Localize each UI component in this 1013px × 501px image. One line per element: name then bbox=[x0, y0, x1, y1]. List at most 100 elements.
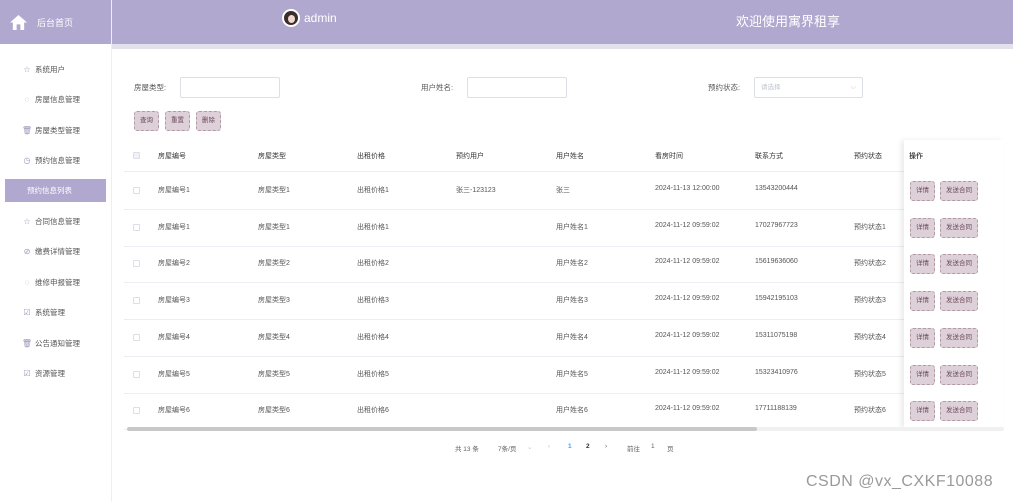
sidebar-item[interactable]: ⊘ 缴费详情管理 bbox=[0, 237, 111, 268]
column-header: 房屋编号 bbox=[158, 153, 186, 160]
circle-icon: ◌ bbox=[24, 277, 30, 287]
star-icon: ☆ bbox=[23, 216, 31, 226]
reset-button[interactable]: 重置 bbox=[165, 111, 190, 131]
sidebar-item[interactable]: 🗑 房屋类型管理 bbox=[0, 115, 111, 146]
column-header: 预约状态 bbox=[854, 153, 882, 160]
chevron-down-icon: ⌵ bbox=[850, 84, 856, 91]
checkbox-icon: ☑ bbox=[23, 308, 31, 318]
detail-button[interactable]: 详情 bbox=[910, 327, 935, 348]
sidebar-item[interactable]: ☆ 合同信息管理 bbox=[0, 206, 111, 237]
send-contract-button[interactable]: 发送合同 bbox=[940, 401, 978, 422]
column-header: 联系方式 bbox=[755, 153, 783, 160]
query-button[interactable]: 查询 bbox=[134, 111, 159, 131]
page-2[interactable]: 2 bbox=[586, 443, 590, 450]
top-bar: admin 欢迎使用寓界租享 bbox=[112, 0, 1013, 44]
table-cell: 出租价格4 bbox=[357, 333, 389, 341]
table-cell: 预约状态1 bbox=[854, 223, 886, 231]
row-checkbox[interactable] bbox=[133, 223, 140, 231]
detail-button[interactable]: 详情 bbox=[910, 254, 935, 275]
table-cell: 出租价格1 bbox=[357, 223, 389, 231]
sidebar-item[interactable]: ◌ 房屋信息管理 bbox=[0, 85, 111, 116]
table-cell: 15619636060 bbox=[755, 258, 798, 266]
table-cell: 房屋编号2 bbox=[158, 260, 190, 268]
table-row: 房屋编号6 房屋类型6 出租价格6 用户姓名6 2024-11-12 09:59:02 1… bbox=[124, 393, 1004, 431]
avatar[interactable] bbox=[282, 9, 300, 27]
column-header: 房屋类型 bbox=[258, 153, 286, 160]
page-size-select[interactable]: 7条/页 bbox=[498, 443, 516, 453]
send-contract-button[interactable]: 发送合同 bbox=[940, 217, 978, 238]
sidebar-item-label: 合同信息管理 bbox=[35, 216, 80, 226]
sidebar-item-label: 缴费详情管理 bbox=[35, 247, 80, 257]
table-cell: 房屋类型4 bbox=[258, 333, 290, 341]
sidebar-item-label: 预约信息列表 bbox=[27, 186, 72, 195]
reservation-table: 房屋编号 房屋类型 出租价格 预约用户 用户姓名 看房时间 联系方式 预约状态 操作 房屋编号1… bbox=[124, 140, 1004, 431]
sidebar-item[interactable]: ◷ 预约信息管理 bbox=[0, 146, 111, 177]
user-name-input[interactable] bbox=[467, 77, 567, 98]
page-suffix: 页 bbox=[667, 446, 674, 453]
row-checkbox[interactable] bbox=[133, 333, 140, 341]
table-row: 房屋编号1 房屋类型1 出租价格1 张三-123123 张三 2024-11-13 12:… bbox=[124, 173, 1004, 210]
circle-icon: ◌ bbox=[24, 95, 30, 105]
row-checkbox[interactable] bbox=[133, 187, 140, 194]
select-all-checkbox[interactable] bbox=[133, 152, 140, 159]
table-row: 房屋编号3 房屋类型3 出租价格3 用户姓名3 2024-11-12 09:59:02 1… bbox=[124, 283, 1004, 321]
table-cell: 张三-123123 bbox=[456, 187, 496, 194]
sidebar-item[interactable]: ☆ 系统用户 bbox=[0, 54, 111, 85]
row-checkbox[interactable] bbox=[133, 407, 140, 415]
table-cell: 用户姓名2 bbox=[556, 260, 588, 268]
username[interactable]: admin bbox=[304, 11, 337, 25]
send-contract-button[interactable]: 发送合同 bbox=[940, 364, 978, 385]
page-1[interactable]: 1 bbox=[568, 443, 572, 450]
table-cell: 用户姓名5 bbox=[556, 370, 588, 378]
column-header: 出租价格 bbox=[357, 153, 385, 160]
goto-input[interactable]: 1 bbox=[651, 443, 655, 450]
sidebar-item[interactable]: ☑ 系统管理 bbox=[0, 298, 111, 329]
prev-page-icon[interactable]: ‹ bbox=[548, 443, 550, 450]
header-divider bbox=[112, 44, 1013, 49]
table-cell: 2024-11-12 09:59:02 bbox=[655, 405, 720, 413]
detail-button[interactable]: 详情 bbox=[910, 181, 935, 201]
table-cell: 15311075198 bbox=[755, 331, 798, 339]
sidebar-item[interactable]: 预约信息列表 bbox=[5, 179, 106, 202]
table-cell: 用户姓名4 bbox=[556, 333, 588, 341]
table-cell: 2024-11-12 09:59:02 bbox=[655, 295, 720, 303]
sidebar: 后台首页 ☆ 系统用户 ◌ 房屋信息管理 🗑 房屋类型管理 ◷ 预约信息管理 预约信息列表 ☆ 合同… bbox=[0, 0, 112, 501]
brand-home-link[interactable]: 后台首页 bbox=[0, 0, 111, 44]
table-cell: 房屋类型1 bbox=[258, 187, 290, 194]
sidebar-item[interactable]: ◌ 维修申报管理 bbox=[0, 267, 111, 298]
delete-button[interactable]: 删除 bbox=[196, 111, 221, 131]
table-cell: 房屋编号4 bbox=[158, 333, 190, 341]
table-cell: 用户姓名6 bbox=[556, 407, 588, 415]
horizontal-scrollbar[interactable] bbox=[127, 427, 757, 431]
detail-button[interactable]: 详情 bbox=[910, 291, 935, 312]
pagination-total: 共 13 条 bbox=[455, 446, 479, 453]
home-icon bbox=[10, 14, 27, 30]
sidebar-item-label: 预约信息管理 bbox=[35, 156, 80, 166]
table-cell: 2024-11-12 09:59:02 bbox=[655, 221, 720, 229]
detail-button[interactable]: 详情 bbox=[910, 217, 935, 238]
house-type-input[interactable] bbox=[180, 77, 280, 98]
sidebar-menu: ☆ 系统用户 ◌ 房屋信息管理 🗑 房屋类型管理 ◷ 预约信息管理 预约信息列表 ☆ 合同信息管理 ⊘… bbox=[0, 54, 111, 389]
send-contract-button[interactable]: 发送合同 bbox=[940, 181, 978, 201]
send-contract-button[interactable]: 发送合同 bbox=[940, 291, 978, 312]
status-select[interactable]: 请选择 ⌵ bbox=[754, 77, 863, 98]
trash-icon: 🗑 bbox=[21, 338, 33, 348]
send-contract-button[interactable]: 发送合同 bbox=[940, 254, 978, 275]
column-header: 用户姓名 bbox=[556, 153, 584, 160]
detail-button[interactable]: 详情 bbox=[910, 401, 935, 422]
row-checkbox[interactable] bbox=[133, 297, 140, 305]
row-checkbox[interactable] bbox=[133, 370, 140, 378]
table-cell: 出租价格3 bbox=[357, 297, 389, 305]
sidebar-item[interactable]: ☑ 资源管理 bbox=[0, 359, 111, 390]
detail-button[interactable]: 详情 bbox=[910, 364, 935, 385]
sidebar-item-label: 公告通知管理 bbox=[35, 338, 80, 348]
sidebar-item[interactable]: 🗑 公告通知管理 bbox=[0, 328, 111, 359]
table-cell: 15323410976 bbox=[755, 368, 798, 376]
next-page-icon[interactable]: › bbox=[605, 443, 607, 450]
column-header: 预约用户 bbox=[456, 153, 484, 160]
table-cell: 房屋编号3 bbox=[158, 297, 190, 305]
sidebar-item-label: 房屋类型管理 bbox=[35, 125, 80, 135]
house-type-label: 房屋类型: bbox=[134, 83, 167, 92]
send-contract-button[interactable]: 发送合同 bbox=[940, 327, 978, 348]
row-checkbox[interactable] bbox=[133, 260, 140, 268]
